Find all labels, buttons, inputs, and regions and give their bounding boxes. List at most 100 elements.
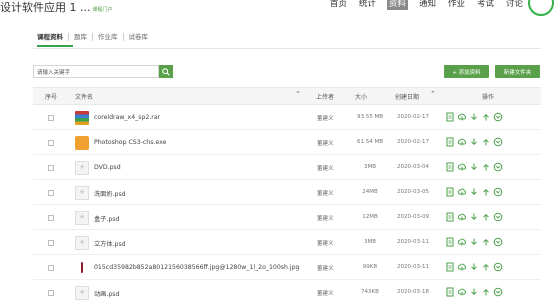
column-filename[interactable]: 文件名 bbox=[75, 92, 93, 101]
course-title-text[interactable]: 设计软件应用 1 ... bbox=[0, 1, 90, 14]
more-down-icon[interactable] bbox=[493, 137, 503, 147]
tab-question-bank[interactable]: 题库 bbox=[68, 33, 92, 41]
file-size: 3MB bbox=[363, 239, 377, 245]
file-name[interactable]: 动画.psd bbox=[94, 289, 119, 298]
row-checkbox[interactable] bbox=[48, 290, 54, 296]
edit-icon[interactable] bbox=[445, 112, 455, 122]
nav-exams[interactable]: 考试 bbox=[476, 0, 495, 10]
table-row[interactable]: 动画.psd 董建义 743KB 2020-03-18 bbox=[33, 281, 541, 304]
tab-homework-library[interactable]: 作业库 bbox=[92, 33, 123, 41]
divider bbox=[33, 48, 541, 49]
cloud-upload-icon[interactable] bbox=[457, 262, 467, 272]
created-date: 2020-03-11 bbox=[397, 264, 429, 270]
tab-exam-library[interactable]: 试卷库 bbox=[122, 33, 154, 41]
tab-course-materials[interactable]: 课程资料 bbox=[37, 33, 68, 41]
edit-icon[interactable] bbox=[445, 287, 455, 297]
cloud-upload-icon[interactable] bbox=[457, 112, 467, 122]
file-size: 3MB bbox=[363, 164, 377, 170]
download-icon[interactable] bbox=[469, 212, 479, 222]
row-checkbox[interactable] bbox=[48, 115, 54, 121]
uploader: 董建义 bbox=[317, 116, 334, 122]
row-checkbox[interactable] bbox=[48, 215, 54, 221]
more-down-icon[interactable] bbox=[493, 187, 503, 197]
row-checkbox[interactable] bbox=[48, 165, 54, 171]
download-icon[interactable] bbox=[469, 287, 479, 297]
portal-link[interactable]: 课程门户 bbox=[92, 7, 112, 13]
download-icon[interactable] bbox=[469, 162, 479, 172]
nav-stats[interactable]: 统计 bbox=[358, 0, 377, 10]
more-down-icon[interactable] bbox=[493, 262, 503, 272]
cloud-upload-icon[interactable] bbox=[457, 287, 467, 297]
table-row[interactable]: Photoshop CS3-chs.exe 董建义 61.54 MB 2020-… bbox=[33, 131, 541, 155]
psd-file-icon bbox=[75, 186, 89, 200]
cloud-upload-icon[interactable] bbox=[457, 187, 467, 197]
cloud-upload-icon[interactable] bbox=[457, 212, 467, 222]
column-created[interactable]: 创建日期 bbox=[395, 92, 419, 101]
sort-filename-icon[interactable]: ⌃ bbox=[295, 90, 301, 98]
move-up-icon[interactable] bbox=[481, 212, 491, 222]
search-button[interactable] bbox=[159, 65, 173, 78]
file-size: 93.55 MB bbox=[356, 114, 383, 120]
table-row[interactable]: DVD.psd 董建义 3MB 2020-03-04 bbox=[33, 156, 541, 180]
file-name[interactable]: coreldraw_x4_sp2.rar bbox=[94, 114, 160, 121]
download-icon[interactable] bbox=[469, 137, 479, 147]
more-down-icon[interactable] bbox=[493, 112, 503, 122]
move-up-icon[interactable] bbox=[481, 287, 491, 297]
nav-materials[interactable]: 资料 bbox=[386, 0, 408, 10]
nav-notices[interactable]: 通知 bbox=[418, 0, 437, 10]
move-up-icon[interactable] bbox=[481, 237, 491, 247]
more-down-icon[interactable] bbox=[493, 287, 503, 297]
edit-icon[interactable] bbox=[445, 262, 455, 272]
created-date: 2020-02-17 bbox=[397, 139, 429, 145]
add-material-button[interactable]: + 添加资料 bbox=[444, 65, 489, 78]
table-row[interactable]: coreldraw_x4_sp2.rar 董建义 93.55 MB 2020-0… bbox=[33, 106, 541, 130]
search-input[interactable]: 请输入关键字 bbox=[33, 65, 159, 78]
move-up-icon[interactable] bbox=[481, 112, 491, 122]
cloud-upload-icon[interactable] bbox=[457, 162, 467, 172]
nav-home[interactable]: 首页 bbox=[329, 0, 348, 10]
edit-icon[interactable] bbox=[445, 162, 455, 172]
row-checkbox[interactable] bbox=[48, 265, 54, 271]
table-row[interactable]: 洗面奶.psd 董建义 24MB 2020-03-05 bbox=[33, 181, 541, 205]
file-name[interactable]: DVD.psd bbox=[94, 164, 121, 171]
psd-file-icon bbox=[75, 211, 89, 225]
nav-discussion[interactable]: 讨论 bbox=[505, 0, 524, 10]
file-name[interactable]: 盒子.psd bbox=[94, 214, 119, 223]
move-up-icon[interactable] bbox=[481, 262, 491, 272]
new-folder-button[interactable]: 新建文件夹 bbox=[495, 65, 540, 78]
move-up-icon[interactable] bbox=[481, 187, 491, 197]
move-up-icon[interactable] bbox=[481, 162, 491, 172]
more-down-icon[interactable] bbox=[493, 162, 503, 172]
table-row[interactable]: 立方体.psd 董建义 3MB 2020-03-11 bbox=[33, 231, 541, 255]
download-icon[interactable] bbox=[469, 262, 479, 272]
course-title[interactable]: 设计软件应用 1 ... 课程门户 bbox=[0, 0, 113, 15]
nav-homework[interactable]: 作业 bbox=[447, 0, 466, 10]
file-name[interactable]: Photoshop CS3-chs.exe bbox=[94, 139, 166, 146]
cloud-upload-icon[interactable] bbox=[457, 237, 467, 247]
more-down-icon[interactable] bbox=[493, 237, 503, 247]
row-checkbox[interactable] bbox=[48, 190, 54, 196]
sort-created-icon[interactable]: ⌃ bbox=[430, 90, 436, 98]
table-row[interactable]: 盒子.psd 董建义 12MB 2020-03-09 bbox=[33, 206, 541, 230]
created-date: 2020-02-17 bbox=[397, 114, 429, 120]
move-up-icon[interactable] bbox=[481, 137, 491, 147]
file-name[interactable]: 015cd35982b852a8012156038566ff.jpg@1280w… bbox=[94, 264, 299, 271]
edit-icon[interactable] bbox=[445, 212, 455, 222]
edit-icon[interactable] bbox=[445, 137, 455, 147]
edit-icon[interactable] bbox=[445, 187, 455, 197]
row-actions bbox=[445, 212, 503, 222]
row-checkbox[interactable] bbox=[48, 240, 54, 246]
cloud-upload-icon[interactable] bbox=[457, 137, 467, 147]
file-name[interactable]: 立方体.psd bbox=[94, 239, 126, 248]
edit-icon[interactable] bbox=[445, 237, 455, 247]
download-icon[interactable] bbox=[469, 187, 479, 197]
download-icon[interactable] bbox=[469, 112, 479, 122]
row-actions bbox=[445, 137, 503, 147]
row-checkbox[interactable] bbox=[48, 140, 54, 146]
file-name[interactable]: 洗面奶.psd bbox=[94, 189, 126, 198]
more-down-icon[interactable] bbox=[493, 212, 503, 222]
table-row[interactable]: 015cd35982b852a8012156038566ff.jpg@1280w… bbox=[33, 256, 541, 280]
column-index: 序号 bbox=[45, 94, 58, 101]
avatar[interactable] bbox=[528, 0, 554, 16]
download-icon[interactable] bbox=[469, 237, 479, 247]
